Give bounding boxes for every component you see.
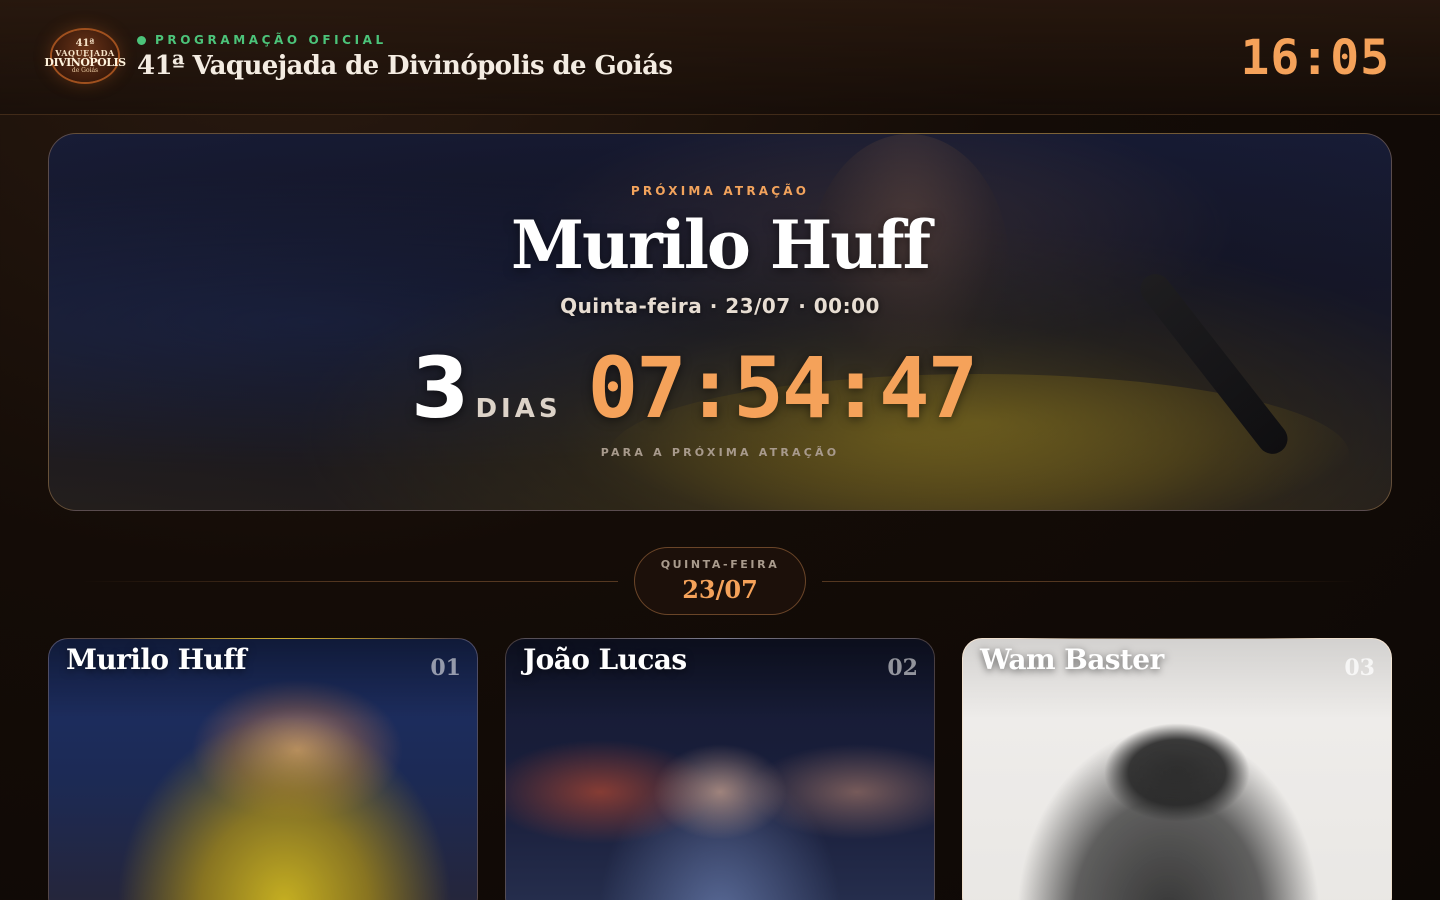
artist-card[interactable]: Murilo Huff 01	[48, 638, 478, 900]
next-artist-schedule: Quinta-feira · 23/07 · 00:00	[560, 294, 880, 318]
artist-card-number: 03	[1344, 655, 1375, 681]
artist-card-name: João Lucas	[523, 643, 687, 676]
day-date: 23/07	[682, 575, 758, 604]
next-attraction-label: PRÓXIMA ATRAÇÃO	[630, 184, 810, 198]
artist-card[interactable]: Wam Baster 03	[962, 638, 1392, 900]
artist-card-name: Murilo Huff	[66, 643, 247, 676]
artist-card-name: Wam Baster	[980, 643, 1164, 676]
divider-left	[80, 581, 618, 582]
event-title: 41ª Vaquejada de Divinópolis de Goiás	[137, 51, 673, 81]
divider-right	[822, 581, 1360, 582]
live-dot-icon	[137, 35, 146, 45]
countdown: 3 DIAS 07:54:47	[411, 339, 979, 437]
app-header: 41ª VAQUEJADA DIVINÓPOLIS de Goiás PROGR…	[0, 0, 1440, 115]
kicker-text: PROGRAMAÇÃO OFICIAL	[155, 33, 387, 47]
day-weekday: QUINTA-FEIRA	[660, 558, 780, 571]
countdown-caption: PARA A PRÓXIMA ATRAÇÃO	[600, 446, 840, 459]
artist-card-number: 02	[887, 655, 918, 681]
event-logo: 41ª VAQUEJADA DIVINÓPOLIS de Goiás	[44, 30, 126, 82]
countdown-days: 3	[411, 339, 470, 437]
artist-card[interactable]: João Lucas 02	[505, 638, 935, 900]
countdown-days-label: DIAS	[475, 394, 562, 424]
next-artist-name: Murilo Huff	[510, 206, 931, 284]
next-attraction-hero[interactable]: PRÓXIMA ATRAÇÃO Murilo Huff Quinta-feira…	[48, 133, 1392, 511]
current-time-clock: 16:05	[1240, 30, 1390, 86]
official-schedule-label: PROGRAMAÇÃO OFICIAL	[137, 33, 387, 47]
artist-card-number: 01	[430, 655, 461, 681]
countdown-time: 07:54:47	[587, 339, 979, 437]
day-header-pill: QUINTA-FEIRA 23/07	[634, 547, 806, 615]
